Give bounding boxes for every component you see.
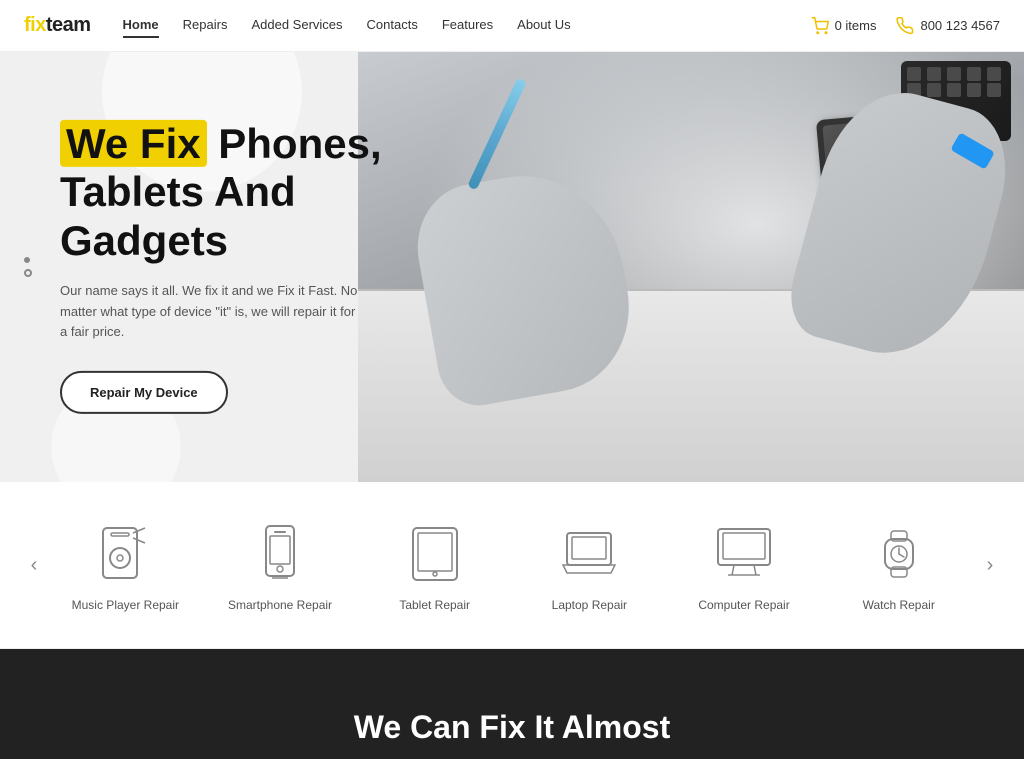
- service-label-laptop: Laptop Repair: [552, 598, 627, 612]
- nav-right: 0 items 800 123 4567: [811, 17, 1000, 35]
- hero-title-highlight: We Fix: [60, 120, 207, 167]
- phone-area[interactable]: 800 123 4567: [896, 17, 1000, 35]
- hero-title-line2: Tablets And: [60, 168, 296, 215]
- nav-repairs[interactable]: Repairs: [183, 13, 228, 38]
- cart-area[interactable]: 0 items: [811, 17, 877, 35]
- cart-count: 0 items: [835, 18, 877, 33]
- hero-title-phones: Phones,: [207, 120, 382, 167]
- music-player-icon: [95, 523, 155, 583]
- service-label-smartphone: Smartphone Repair: [228, 598, 332, 612]
- hero-dot-2[interactable]: [24, 269, 32, 277]
- blue-band: [950, 132, 995, 169]
- music-player-icon-wrap: [85, 518, 165, 588]
- dark-section: We Can Fix It Almost: [0, 649, 1024, 759]
- hero-dot-1[interactable]: [24, 257, 30, 263]
- tablet-icon: [405, 523, 465, 583]
- services-strip: ‹ Music Player Repair: [0, 482, 1024, 649]
- service-item-computer[interactable]: Computer Repair: [667, 518, 822, 612]
- dark-section-title: We Can Fix It Almost: [354, 699, 670, 746]
- watch-icon-wrap: [859, 518, 939, 588]
- computer-icon: [714, 523, 774, 583]
- nav-features[interactable]: Features: [442, 13, 493, 38]
- cart-icon: [811, 17, 829, 35]
- smartphone-icon: [250, 523, 310, 583]
- service-label-tablet: Tablet Repair: [399, 598, 470, 612]
- navbar: fixteam Home Repairs Added Services Cont…: [0, 0, 1024, 52]
- hero-section: We Fix Phones, Tablets And Gadgets Our n…: [0, 52, 1024, 482]
- service-item-music-player[interactable]: Music Player Repair: [48, 518, 203, 612]
- nav-about-us[interactable]: About Us: [517, 13, 570, 38]
- nav-added-services[interactable]: Added Services: [251, 13, 342, 38]
- service-item-tablet[interactable]: Tablet Repair: [357, 518, 512, 612]
- hero-dots: [24, 257, 32, 277]
- hero-background: [358, 52, 1024, 482]
- computer-icon-wrap: [704, 518, 784, 588]
- services-list: Music Player Repair Smartphone Repair: [48, 518, 976, 612]
- nav-links: Home Repairs Added Services Contacts Fea…: [123, 13, 811, 38]
- laptop-icon-wrap: [549, 518, 629, 588]
- service-label-music-player: Music Player Repair: [72, 598, 179, 612]
- service-item-laptop[interactable]: Laptop Repair: [512, 518, 667, 612]
- hero-title: We Fix Phones, Tablets And Gadgets: [60, 120, 440, 265]
- service-item-watch[interactable]: Watch Repair: [821, 518, 976, 612]
- carousel-prev-button[interactable]: ‹: [20, 551, 48, 579]
- service-label-watch: Watch Repair: [863, 598, 935, 612]
- services-inner: ‹ Music Player Repair: [0, 518, 1024, 612]
- nav-contacts[interactable]: Contacts: [367, 13, 418, 38]
- service-item-smartphone[interactable]: Smartphone Repair: [203, 518, 358, 612]
- carousel-next-button[interactable]: ›: [976, 551, 1004, 579]
- hero-cta-button[interactable]: Repair My Device: [60, 371, 228, 414]
- smartphone-icon-wrap: [240, 518, 320, 588]
- service-label-computer: Computer Repair: [698, 598, 789, 612]
- hero-subtitle: Our name says it all. We fix it and we F…: [60, 281, 360, 343]
- laptop-icon: [559, 523, 619, 583]
- nav-home[interactable]: Home: [123, 13, 159, 38]
- phone-icon: [896, 17, 914, 35]
- logo-fix: fix: [24, 14, 46, 36]
- watch-icon: [869, 523, 929, 583]
- hero-title-line3: Gadgets: [60, 216, 228, 263]
- hero-content: We Fix Phones, Tablets And Gadgets Our n…: [60, 120, 440, 414]
- phone-number: 800 123 4567: [920, 18, 1000, 33]
- logo[interactable]: fixteam: [24, 14, 91, 37]
- tablet-icon-wrap: [395, 518, 475, 588]
- logo-team: team: [46, 14, 91, 36]
